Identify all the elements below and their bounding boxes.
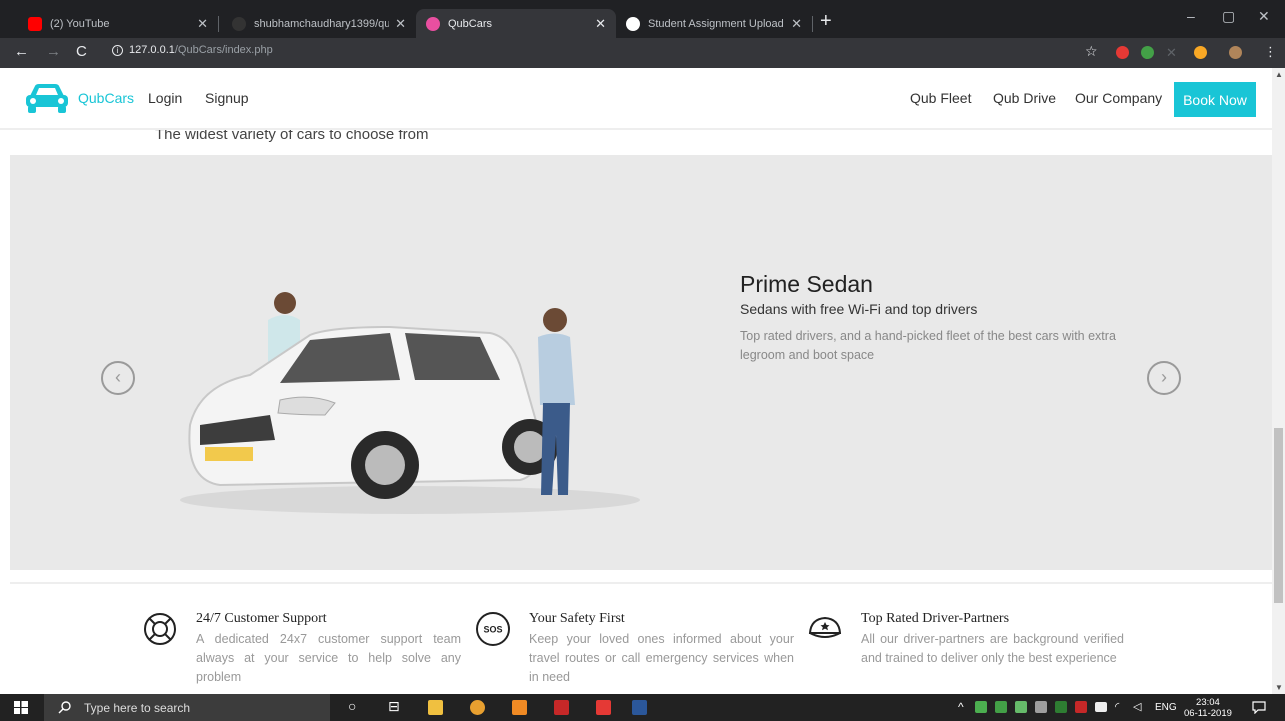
task-view-icon[interactable]: ⊟ bbox=[388, 698, 400, 715]
slide-subtitle: Sedans with free Wi-Fi and top drivers bbox=[740, 301, 978, 317]
menu-kebab-icon[interactable]: ⋮ bbox=[1264, 44, 1277, 60]
tab-qubcars[interactable]: QubCars ✕ bbox=[416, 9, 616, 38]
minimize-icon[interactable]: – bbox=[1187, 8, 1195, 24]
car-logo-icon[interactable] bbox=[24, 82, 70, 114]
nav-qub-drive-link[interactable]: Qub Drive bbox=[993, 90, 1056, 106]
lifebuoy-icon bbox=[144, 613, 176, 645]
driver-cap-icon bbox=[808, 616, 842, 638]
tab-separator bbox=[218, 16, 219, 32]
svg-text:SOS: SOS bbox=[483, 625, 502, 635]
tray-red-icon[interactable] bbox=[1075, 701, 1087, 713]
close-icon[interactable]: ✕ bbox=[395, 16, 406, 32]
battery-icon[interactable] bbox=[1095, 702, 1107, 712]
clock-date: 06-11-2019 bbox=[1184, 708, 1232, 719]
word-icon[interactable] bbox=[632, 700, 647, 715]
tab-youtube[interactable]: (2) YouTube ✕ bbox=[18, 9, 218, 38]
taskbar-clock[interactable]: 23:04 06-11-2019 bbox=[1184, 697, 1232, 719]
file-explorer-icon[interactable] bbox=[428, 700, 443, 715]
feature-description: A dedicated 24x7 customer support team a… bbox=[196, 632, 461, 684]
page-content: QubCars Login Signup Qub Fleet Qub Drive… bbox=[0, 68, 1272, 694]
close-icon[interactable]: ✕ bbox=[791, 16, 802, 32]
browser-tab-bar: (2) YouTube ✕ shubhamchaudhary1399/qubca… bbox=[0, 0, 1285, 38]
feature-title: Top Rated Driver-Partners bbox=[861, 611, 1010, 626]
tab-title: shubhamchaudhary1399/qubcars bbox=[254, 17, 390, 30]
sos-icon: SOS bbox=[476, 612, 510, 646]
nav-our-company-link[interactable]: Our Company bbox=[1075, 90, 1162, 106]
close-icon[interactable]: ✕ bbox=[197, 16, 208, 32]
language-indicator[interactable]: ENG bbox=[1155, 702, 1177, 713]
tray-q-icon[interactable] bbox=[995, 701, 1007, 713]
bookmark-star-icon[interactable]: ☆ bbox=[1085, 43, 1098, 60]
site-navbar: QubCars Login Signup Qub Fleet Qub Drive… bbox=[0, 68, 1272, 130]
slide-description: Top rated drivers, and a hand-picked fle… bbox=[740, 329, 1116, 362]
sedan-car-image bbox=[180, 292, 640, 514]
globe-icon bbox=[626, 16, 640, 31]
back-arrow-icon[interactable]: ← bbox=[14, 43, 29, 60]
extension-x-icon[interactable]: ✕ bbox=[1166, 46, 1179, 59]
chrome-icon[interactable] bbox=[470, 700, 485, 715]
carousel-prev-button[interactable]: ‹ bbox=[101, 361, 135, 395]
profile-avatar[interactable] bbox=[1229, 46, 1242, 59]
taskbar-search-box[interactable]: Type here to search bbox=[44, 694, 330, 721]
extension-cookie-icon[interactable] bbox=[1194, 46, 1207, 59]
new-tab-icon[interactable]: + bbox=[820, 10, 832, 33]
maximize-icon[interactable]: ▢ bbox=[1222, 8, 1235, 25]
page-scrollbar[interactable]: ▲ ▼ bbox=[1272, 68, 1285, 694]
feature-title: Your Safety First bbox=[529, 611, 625, 626]
volume-icon[interactable]: ◁ bbox=[1133, 700, 1141, 713]
clock-time: 23:04 bbox=[1196, 697, 1220, 708]
tray-nvidia-icon[interactable] bbox=[1055, 701, 1067, 713]
tab-github[interactable]: shubhamchaudhary1399/qubcars ✕ bbox=[222, 9, 416, 38]
feature-description: Keep your loved ones informed about your… bbox=[529, 632, 794, 684]
tab-title: (2) YouTube bbox=[50, 17, 110, 30]
tray-app-icon[interactable] bbox=[975, 701, 987, 713]
tray-device-icon[interactable] bbox=[1035, 701, 1047, 713]
browser-toolbar: ← → C i 127.0.0.1/QubCars/index.php ☆ ✕ ⋮ bbox=[0, 38, 1285, 68]
wifi-icon[interactable]: ◜ bbox=[1115, 700, 1119, 713]
scrollbar-thumb[interactable] bbox=[1274, 428, 1283, 603]
url-path: /QubCars/index.php bbox=[174, 44, 273, 56]
nav-signup-link[interactable]: Signup bbox=[205, 90, 249, 106]
car-carousel: ‹ › Prime Sedan Sedans with free Wi-Fi a… bbox=[10, 155, 1272, 570]
divider bbox=[10, 582, 1272, 584]
app-pdf-icon[interactable] bbox=[596, 700, 611, 715]
nav-qub-fleet-link[interactable]: Qub Fleet bbox=[910, 90, 971, 106]
windows-taskbar: Type here to search ○ ⊟ ^ ◜ ◁ ENG 23:04 … bbox=[0, 694, 1285, 721]
cortana-icon[interactable]: ○ bbox=[348, 698, 356, 714]
tab-title: QubCars bbox=[448, 17, 493, 30]
app-red-icon[interactable] bbox=[554, 700, 569, 715]
taskbar-search-placeholder: Type here to search bbox=[84, 701, 191, 715]
windows-start-icon[interactable] bbox=[14, 701, 28, 714]
book-now-button[interactable]: Book Now bbox=[1174, 82, 1256, 117]
extension-green-icon[interactable] bbox=[1141, 46, 1154, 59]
search-icon bbox=[58, 701, 71, 714]
info-icon[interactable]: i bbox=[112, 45, 123, 56]
tray-chevron-up-icon[interactable]: ^ bbox=[958, 700, 964, 714]
qubcars-icon bbox=[426, 16, 440, 31]
close-icon[interactable]: ✕ bbox=[595, 16, 606, 32]
feature-description: All our driver-partners are background v… bbox=[861, 632, 1124, 665]
reload-icon[interactable]: C bbox=[76, 43, 87, 60]
nav-login-link[interactable]: Login bbox=[148, 90, 182, 106]
sublime-text-icon[interactable] bbox=[512, 700, 527, 715]
address-bar[interactable]: i 127.0.0.1/QubCars/index.php bbox=[112, 44, 273, 56]
tab-student-assignment[interactable]: Student Assignment Upload ✕ bbox=[616, 9, 812, 38]
notification-icon[interactable] bbox=[1252, 701, 1266, 714]
forward-arrow-icon[interactable]: → bbox=[46, 43, 61, 60]
scroll-down-icon[interactable]: ▼ bbox=[1275, 683, 1283, 692]
youtube-icon bbox=[28, 16, 42, 31]
feature-title: 24/7 Customer Support bbox=[196, 611, 327, 626]
slide-title: Prime Sedan bbox=[740, 271, 873, 297]
carousel-next-button[interactable]: › bbox=[1147, 361, 1181, 395]
tab-separator bbox=[812, 16, 813, 32]
brand-name[interactable]: QubCars bbox=[78, 90, 134, 106]
tab-title: Student Assignment Upload bbox=[648, 17, 784, 30]
tray-sync-icon[interactable] bbox=[1015, 701, 1027, 713]
close-window-icon[interactable]: ✕ bbox=[1258, 8, 1270, 25]
scroll-up-icon[interactable]: ▲ bbox=[1275, 70, 1283, 79]
github-icon bbox=[232, 16, 246, 31]
extension-adblock-icon[interactable] bbox=[1116, 46, 1129, 59]
url-host: 127.0.0.1 bbox=[129, 44, 175, 56]
